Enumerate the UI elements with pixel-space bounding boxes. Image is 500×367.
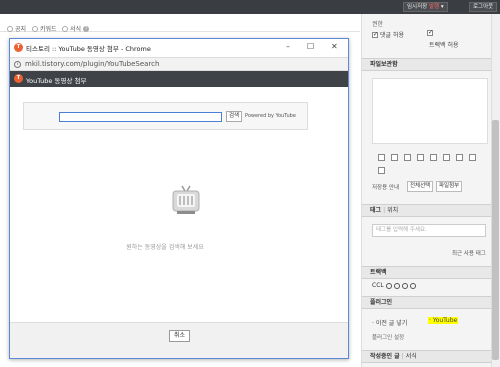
youtube-popup-window: T 티스토리 :: YouTube 동영상 첨부 - Chrome – ☐ ✕ … bbox=[9, 38, 349, 359]
gallery-icon[interactable] bbox=[469, 154, 476, 161]
writing-header: 작성중인 글 | 서식 bbox=[362, 350, 491, 363]
nd-icon[interactable] bbox=[409, 282, 416, 289]
plugin-settings-link[interactable]: 플러그인 설정 bbox=[372, 333, 404, 341]
temp-save-button[interactable]: 임시저장 발행 ▾ bbox=[403, 2, 448, 12]
cancel-button[interactable]: 취소 bbox=[169, 330, 191, 342]
ccl-row[interactable]: CCL bbox=[372, 282, 416, 289]
align-right-icon[interactable] bbox=[404, 154, 411, 161]
radio-circle[interactable] bbox=[7, 25, 13, 32]
cc-icon[interactable] bbox=[385, 282, 392, 289]
tistory-logo-icon: T bbox=[14, 74, 23, 83]
file-storage-area[interactable] bbox=[372, 78, 488, 144]
image-full-icon[interactable] bbox=[443, 154, 450, 161]
address-url[interactable]: mkil.tistory.com/plugin/YouTubeSearch bbox=[25, 60, 159, 68]
radio-format[interactable]: 서식 ? bbox=[62, 24, 90, 33]
recent-tags-link[interactable]: 최근 사용 태그 bbox=[452, 249, 486, 257]
allow-comment-checkbox[interactable]: 댓글 허용 bbox=[372, 30, 404, 39]
radio-circle[interactable] bbox=[62, 25, 68, 32]
close-icon[interactable]: ✕ bbox=[331, 42, 338, 51]
plugin-header[interactable]: 플러그인 bbox=[362, 296, 491, 309]
empty-state-text: 원하는 동영상을 검색해 보세요 bbox=[126, 244, 204, 251]
radio-keyword[interactable]: 키워드 bbox=[32, 24, 57, 33]
prev-post-plugin[interactable]: · 이전 글 넣기 bbox=[372, 318, 407, 327]
popup-header: T YouTube 동영상 첨부 bbox=[10, 71, 348, 87]
radio-circle[interactable] bbox=[32, 25, 38, 32]
checkbox-icon[interactable] bbox=[372, 31, 378, 38]
checkbox-icon[interactable] bbox=[427, 29, 433, 36]
help-icon[interactable]: ? bbox=[83, 25, 90, 32]
attach-file-button[interactable]: 파일첨부 bbox=[436, 181, 463, 192]
tistory-logo-icon: T bbox=[14, 43, 23, 52]
top-bar: 임시저장 발행 ▾ 로그아웃 bbox=[0, 0, 500, 14]
radio-notice[interactable]: 공지 bbox=[7, 24, 26, 33]
by-icon[interactable] bbox=[393, 282, 400, 289]
allow-trackback-checkbox[interactable] bbox=[427, 29, 433, 36]
search-input[interactable] bbox=[59, 112, 222, 122]
tag-location-header: 태그 | 위치 bbox=[362, 204, 491, 217]
storage-info-link[interactable]: 저장용 안내 bbox=[372, 183, 399, 191]
allow-trackback-label: 트랙백 허용 bbox=[429, 42, 459, 49]
tab-location[interactable]: 위치 bbox=[387, 207, 398, 214]
select-all-button[interactable]: 전체선택 bbox=[407, 181, 434, 192]
image-left-icon[interactable] bbox=[417, 154, 424, 161]
address-bar: i mkil.tistory.com/plugin/YouTubeSearch bbox=[10, 57, 348, 71]
minimize-icon[interactable]: – bbox=[286, 42, 290, 51]
popup-header-title: YouTube 동영상 첨부 bbox=[26, 77, 87, 85]
align-toolbar-row2 bbox=[378, 167, 385, 174]
tag-input[interactable]: 태그를 입력해 주세요. bbox=[372, 224, 486, 237]
nc-icon[interactable] bbox=[401, 282, 408, 289]
align-left-icon[interactable] bbox=[378, 154, 385, 161]
tv-icon bbox=[172, 185, 200, 214]
permission-label: 권한 bbox=[372, 21, 384, 28]
scrollbar-thumb[interactable] bbox=[492, 120, 499, 360]
more-icon[interactable] bbox=[378, 167, 385, 174]
align-toolbar bbox=[378, 154, 476, 161]
search-button[interactable]: 검색 bbox=[226, 111, 243, 122]
logout-button[interactable]: 로그아웃 bbox=[469, 2, 498, 12]
trackback-header[interactable]: 트랙백 bbox=[362, 266, 491, 279]
popup-title: 티스토리 :: YouTube 동영상 첨부 - Chrome bbox=[26, 45, 151, 53]
tab-format[interactable]: 서식 bbox=[406, 353, 417, 360]
youtube-plugin[interactable]: · YouTube bbox=[428, 317, 459, 324]
align-center-icon[interactable] bbox=[391, 154, 398, 161]
tab-writing[interactable]: 작성중인 글 bbox=[370, 353, 400, 360]
popup-footer: 취소 bbox=[10, 322, 348, 358]
popup-titlebar: T 티스토리 :: YouTube 동영상 첨부 - Chrome – ☐ ✕ bbox=[10, 39, 348, 57]
info-icon[interactable]: i bbox=[14, 61, 21, 68]
file-storage-header[interactable]: 파일보관함 bbox=[362, 58, 491, 71]
image-grid-icon[interactable] bbox=[456, 154, 463, 161]
tab-tag[interactable]: 태그 bbox=[370, 207, 381, 214]
search-panel: 검색 Powered by YouTube bbox=[23, 102, 308, 130]
maximize-icon[interactable]: ☐ bbox=[307, 42, 314, 51]
powered-by-label: Powered by YouTube bbox=[245, 113, 296, 119]
image-right-icon[interactable] bbox=[430, 154, 437, 161]
